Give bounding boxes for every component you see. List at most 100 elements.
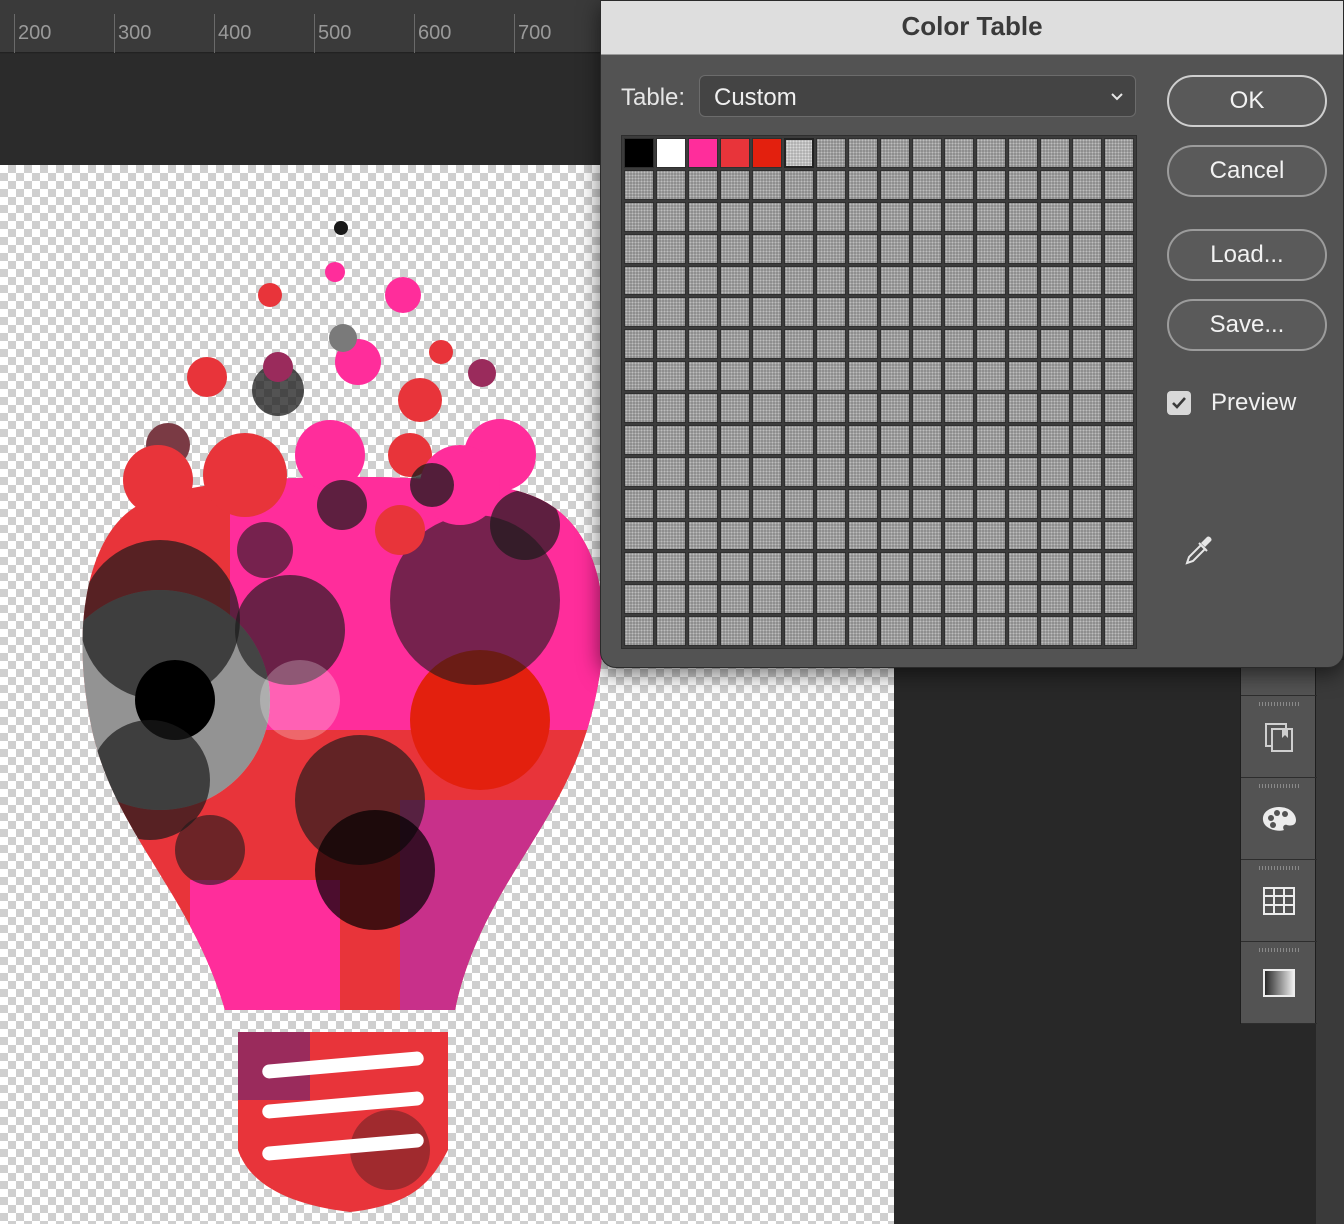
empty-swatch[interactable] [880,584,910,615]
empty-swatch[interactable] [912,456,942,487]
empty-swatch[interactable] [752,584,782,615]
empty-swatch[interactable] [624,233,654,264]
empty-swatch[interactable] [688,361,718,391]
empty-swatch[interactable] [784,456,814,487]
empty-swatch[interactable] [816,488,846,519]
artboards-panel-button[interactable] [1241,696,1317,778]
empty-swatch[interactable] [944,169,974,200]
empty-swatch[interactable] [1008,233,1038,264]
empty-swatch[interactable] [624,265,654,296]
empty-swatch[interactable] [912,329,942,360]
empty-swatch[interactable] [848,201,878,232]
empty-swatch[interactable] [1072,361,1102,391]
empty-swatch[interactable] [1040,297,1070,328]
empty-swatch[interactable] [624,201,654,232]
empty-swatch[interactable] [848,424,878,455]
empty-swatch[interactable] [816,138,846,168]
empty-swatch[interactable] [1072,233,1102,264]
load-button[interactable]: Load... [1167,229,1327,281]
empty-swatch[interactable] [880,361,910,391]
empty-swatch[interactable] [880,233,910,264]
empty-swatch[interactable] [752,456,782,487]
empty-swatch[interactable] [880,393,910,423]
empty-swatch[interactable] [1104,138,1134,168]
empty-swatch[interactable] [688,584,718,615]
empty-swatch[interactable] [1040,329,1070,360]
empty-swatch[interactable] [912,616,942,646]
empty-swatch[interactable] [656,552,686,583]
empty-swatch[interactable] [784,233,814,264]
color-swatch[interactable] [720,138,750,168]
empty-swatch[interactable] [848,584,878,615]
empty-swatch[interactable] [784,265,814,296]
empty-swatch[interactable] [1040,584,1070,615]
empty-swatch[interactable] [976,520,1006,551]
empty-swatch[interactable] [976,361,1006,391]
empty-swatch[interactable] [944,265,974,296]
empty-swatch[interactable] [976,169,1006,200]
empty-swatch[interactable] [1072,616,1102,646]
table-panel-button[interactable] [1241,860,1317,942]
empty-swatch[interactable] [656,520,686,551]
empty-swatch[interactable] [784,520,814,551]
empty-swatch[interactable] [752,488,782,519]
empty-swatch[interactable] [1104,552,1134,583]
empty-swatch[interactable] [784,169,814,200]
empty-swatch[interactable] [880,616,910,646]
empty-swatch[interactable] [720,584,750,615]
empty-swatch[interactable] [848,393,878,423]
empty-swatch[interactable] [1008,584,1038,615]
empty-swatch[interactable] [1008,169,1038,200]
empty-swatch[interactable] [816,265,846,296]
empty-swatch[interactable] [1008,552,1038,583]
empty-swatch[interactable] [752,424,782,455]
empty-swatch[interactable] [720,169,750,200]
empty-swatch[interactable] [880,297,910,328]
table-select[interactable]: Custom [699,75,1136,117]
empty-swatch[interactable] [1104,616,1134,646]
empty-swatch[interactable] [1040,265,1070,296]
empty-swatch[interactable] [944,520,974,551]
empty-swatch[interactable] [944,393,974,423]
empty-swatch[interactable] [976,138,1006,168]
empty-swatch[interactable] [1008,456,1038,487]
empty-swatch[interactable] [1008,265,1038,296]
empty-swatch[interactable] [688,329,718,360]
empty-swatch[interactable] [720,616,750,646]
empty-swatch[interactable] [1040,616,1070,646]
empty-swatch[interactable] [688,424,718,455]
empty-swatch[interactable] [1072,584,1102,615]
empty-swatch[interactable] [624,393,654,423]
empty-swatch[interactable] [944,456,974,487]
empty-swatch[interactable] [784,361,814,391]
empty-swatch[interactable] [784,424,814,455]
empty-swatch[interactable] [880,265,910,296]
empty-swatch[interactable] [848,552,878,583]
empty-swatch[interactable] [688,265,718,296]
empty-swatch[interactable] [912,265,942,296]
empty-swatch[interactable] [688,233,718,264]
empty-swatch[interactable] [1040,424,1070,455]
transparent-swatch[interactable] [784,138,814,168]
empty-swatch[interactable] [976,552,1006,583]
empty-swatch[interactable] [1072,201,1102,232]
empty-swatch[interactable] [720,488,750,519]
empty-swatch[interactable] [848,361,878,391]
empty-swatch[interactable] [624,520,654,551]
empty-swatch[interactable] [1072,488,1102,519]
empty-swatch[interactable] [976,297,1006,328]
empty-swatch[interactable] [944,233,974,264]
empty-swatch[interactable] [656,488,686,519]
empty-swatch[interactable] [688,520,718,551]
empty-swatch[interactable] [816,393,846,423]
empty-swatch[interactable] [976,424,1006,455]
empty-swatch[interactable] [944,201,974,232]
empty-swatch[interactable] [656,265,686,296]
empty-swatch[interactable] [688,201,718,232]
empty-swatch[interactable] [720,201,750,232]
empty-swatch[interactable] [1072,520,1102,551]
empty-swatch[interactable] [912,138,942,168]
color-palette-panel-button[interactable] [1241,778,1317,860]
empty-swatch[interactable] [944,329,974,360]
empty-swatch[interactable] [1008,138,1038,168]
